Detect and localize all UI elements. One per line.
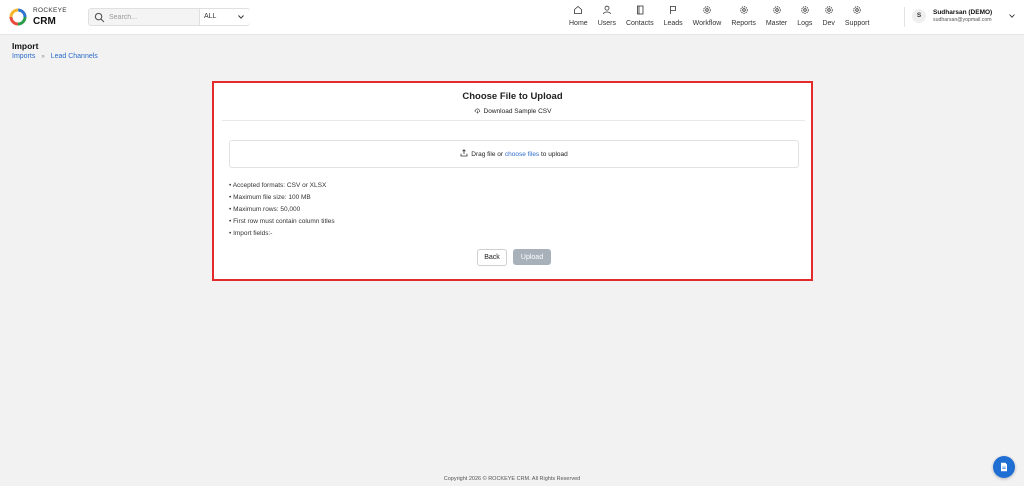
footer-copyright: Copyright 2026 © ROCKEYE CRM. All Rights…: [443, 476, 581, 482]
dropzone-text-after: to upload: [539, 151, 568, 158]
nav-item-leads[interactable]: Leads: [659, 5, 688, 31]
nav-label: Workflow: [692, 20, 722, 27]
breadcrumb: Imports » Lead Channels: [12, 53, 98, 60]
nav-item-master[interactable]: Master: [761, 5, 792, 31]
upload-card: Choose File to Upload Download Sample CS…: [212, 81, 813, 281]
user-email: sudharsan@yopmail.com: [933, 16, 992, 23]
search-input[interactable]: [109, 9, 195, 25]
rule-item: • Accepted formats: CSV or XLSX: [229, 182, 327, 189]
nav-label: Logs: [797, 20, 813, 27]
card-divider: [222, 120, 805, 121]
nav-item-reports[interactable]: Reports: [726, 5, 761, 31]
choose-files-link[interactable]: choose files: [505, 151, 539, 158]
chevron-down-icon: [238, 15, 244, 19]
contacts-book-icon: [636, 5, 644, 15]
cloud-download-icon: [474, 108, 480, 114]
user-name: Sudharsan (DEMO): [933, 9, 993, 16]
chevron-down-icon[interactable]: [1009, 13, 1015, 19]
nav-item-dev[interactable]: Dev: [817, 5, 839, 31]
nav-label: Support: [844, 20, 870, 27]
upload-title: Choose File to Upload: [462, 91, 563, 102]
download-sample-label: Download Sample CSV: [483, 108, 552, 115]
rule-item: • Maximum rows: 50,000: [229, 206, 301, 213]
rule-item: • Maximum file size: 100 MB: [229, 194, 311, 201]
search-icon: [94, 12, 105, 23]
upload-icon: [460, 149, 468, 157]
home-icon: [574, 5, 583, 14]
brand-line-2: CRM: [33, 15, 56, 27]
document-icon: [1001, 462, 1007, 472]
gear-icon: [801, 6, 809, 14]
flag-icon: [670, 6, 677, 14]
nav-label: Reports: [731, 20, 756, 27]
nav-label: Leads: [663, 20, 683, 27]
page-title: Import: [12, 41, 39, 51]
nav-item-contacts[interactable]: Contacts: [621, 5, 659, 31]
nav-label: Master: [765, 20, 788, 27]
nav-label: Dev: [822, 20, 835, 27]
breadcrumb-imports[interactable]: Imports: [12, 53, 35, 60]
global-search: ALL: [88, 8, 250, 26]
upload-button[interactable]: Upload: [513, 249, 551, 265]
header-divider: [904, 7, 905, 27]
search-scope-select[interactable]: ALL: [199, 9, 250, 25]
gear-icon: [853, 6, 861, 14]
nav-item-support[interactable]: Support: [840, 5, 875, 31]
file-dropzone[interactable]: Drag file or choose files to upload: [229, 140, 799, 168]
nav-item-workflow[interactable]: Workflow: [688, 5, 727, 31]
nav-label: Home: [569, 20, 588, 27]
gear-icon: [772, 6, 781, 14]
back-button[interactable]: Back: [477, 249, 507, 266]
user-icon: [602, 5, 611, 15]
upload-rules-list: • Accepted formats: CSV or XLSX • Maximu…: [229, 180, 335, 240]
rule-item: • Import fields:-: [229, 230, 273, 237]
nav-label: Contacts: [625, 20, 654, 27]
main-nav: Home Users Contacts Leads Workflow Repor…: [564, 5, 874, 31]
download-sample-link[interactable]: Download Sample CSV: [214, 107, 811, 115]
crm-logo-icon[interactable]: [8, 7, 28, 27]
user-menu[interactable]: Sudharsan (DEMO) sudharsan@yopmail.com: [933, 9, 993, 23]
avatar[interactable]: S: [912, 9, 926, 23]
search-scope-value: ALL: [204, 13, 217, 20]
brand-name: ROCKEYE CRM: [33, 7, 67, 27]
brand-line-1: ROCKEYE: [33, 7, 67, 14]
gear-icon: [824, 6, 833, 14]
nav-item-logs[interactable]: Logs: [792, 5, 817, 31]
floating-action-button[interactable]: [993, 456, 1015, 478]
rule-item: • First row must contain column titles: [229, 218, 335, 225]
breadcrumb-separator: »: [41, 53, 45, 60]
nav-item-home[interactable]: Home: [564, 5, 593, 31]
top-navbar: ROCKEYE CRM ALL Home Users Contacts: [0, 0, 1024, 35]
gear-icon: [739, 6, 748, 14]
dropzone-text-before: Drag file or: [471, 151, 505, 158]
breadcrumb-lead-channels[interactable]: Lead Channels: [51, 53, 98, 60]
nav-item-users[interactable]: Users: [593, 5, 621, 31]
gear-icon: [703, 6, 711, 14]
nav-label: Users: [597, 20, 616, 27]
